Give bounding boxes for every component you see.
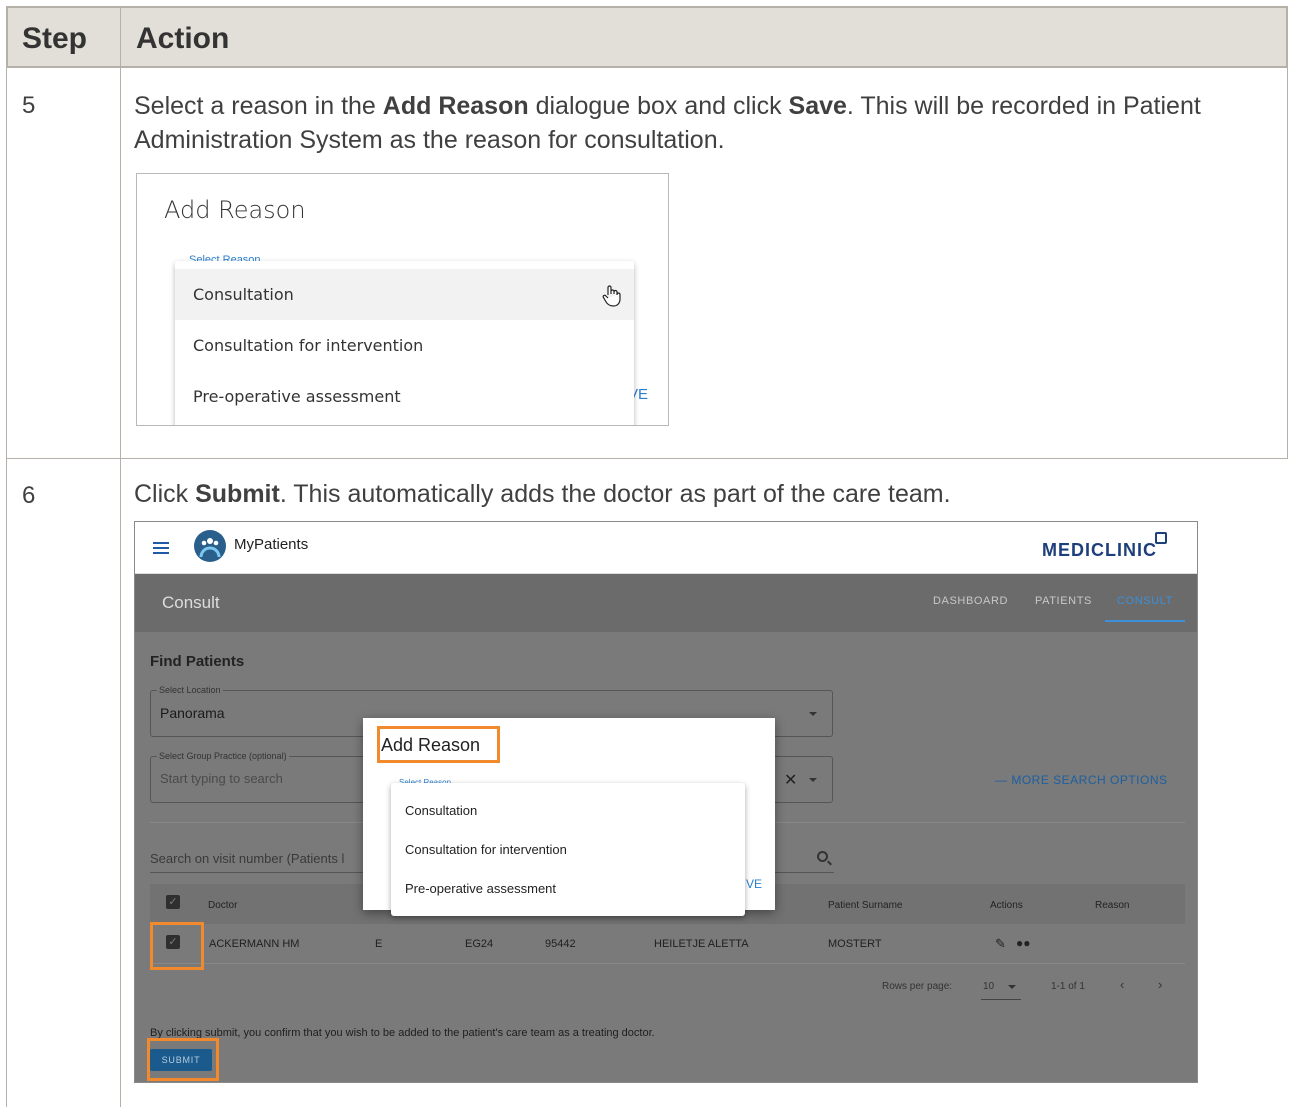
mypatients-logo-icon (194, 530, 226, 562)
reason-option[interactable]: Consultation (405, 803, 477, 818)
highlight-dialog-title (377, 726, 500, 763)
table-cell: E (375, 938, 383, 950)
patient-surname-cell: MOSTERT (828, 938, 882, 950)
column-header: Patient Surname (828, 900, 903, 911)
location-label: Select Location (157, 685, 223, 695)
rows-per-page-select[interactable]: 10 (983, 981, 994, 992)
step-number: 5 (22, 92, 36, 119)
submit-confirmation-text: By clicking submit, you confirm that you… (150, 1027, 655, 1039)
search-icon[interactable] (817, 851, 828, 862)
reason-dropdown-menu: Consultation Consultation for interventi… (391, 783, 745, 916)
column-header: Reason (1095, 900, 1130, 911)
reason-option[interactable]: Consultation (175, 269, 634, 320)
care-team-icon[interactable]: ●● (1016, 936, 1031, 950)
chevron-down-icon[interactable] (809, 712, 817, 716)
patient-name-cell: HEILETJE ALETTA (654, 938, 749, 950)
table-row-divider (6, 458, 1288, 459)
header-action: Action (136, 22, 230, 55)
add-reason-dialog: Add Reason Select Reason VE Consultation… (136, 173, 669, 426)
doctor-cell: ACKERMANN HM (209, 938, 300, 950)
brand-logo: MEDICLINIC (1042, 540, 1157, 560)
chevron-down-icon[interactable] (809, 778, 817, 782)
next-page-icon[interactable]: › (1158, 977, 1162, 992)
hand-pointer-icon (602, 285, 621, 307)
table-column-divider (120, 6, 121, 1107)
table-right-border (1287, 68, 1288, 459)
step-instruction: Click Submit. This automatically adds th… (134, 480, 951, 508)
more-search-options-button[interactable]: — MORE SEARCH OPTIONS (995, 773, 1168, 787)
step-number: 6 (22, 482, 36, 509)
previous-page-icon[interactable]: ‹ (1120, 977, 1124, 992)
visit-search-input[interactable]: Search on visit number (Patients l (150, 851, 344, 866)
table-left-border (6, 6, 7, 1107)
step-instruction: Select a reason in the Add Reason dialog… (134, 92, 1201, 154)
select-all-checkbox[interactable]: ✓ (166, 895, 180, 909)
mypatients-screenshot: MyPatients MEDICLINIC Consult DASHBOARD … (134, 521, 1198, 1083)
brand-mark-icon (1155, 532, 1167, 544)
location-value: Panorama (160, 705, 225, 721)
menu-icon[interactable] (153, 542, 169, 554)
app-name: MyPatients (234, 536, 309, 553)
active-tab-indicator (1105, 620, 1185, 622)
tab-dashboard[interactable]: DASHBOARD (933, 595, 1008, 607)
chevron-down-icon[interactable] (1008, 985, 1016, 989)
clear-icon[interactable]: ✕ (784, 770, 797, 790)
table-header: Step Action (6, 6, 1288, 68)
rows-per-page-label: Rows per page: (882, 981, 953, 992)
page-range: 1-1 of 1 (1051, 981, 1085, 992)
column-header: Actions (990, 900, 1023, 911)
group-practice-placeholder: Start typing to search (160, 771, 283, 786)
reason-option[interactable]: Consultation for intervention (405, 842, 567, 857)
highlight-row-checkbox (150, 922, 204, 970)
column-header: Doctor (208, 900, 238, 911)
table-cell: EG24 (465, 938, 494, 950)
highlight-submit-button (147, 1038, 219, 1081)
reason-option[interactable]: Pre-operative assessment (175, 371, 634, 422)
page-title: Consult (162, 593, 220, 612)
app-bar: MyPatients MEDICLINIC (135, 522, 1197, 574)
save-button[interactable]: VE (746, 877, 762, 891)
reason-dropdown-menu: Consultation Consultation for interventi… (175, 261, 634, 425)
reason-option[interactable]: Pre-operative assessment (405, 881, 556, 896)
edit-icon[interactable]: ✎ (995, 936, 1006, 952)
dialog-title: Add Reason (164, 196, 306, 224)
reason-option[interactable]: Consultation for intervention (175, 320, 634, 371)
find-patients-heading: Find Patients (150, 653, 245, 670)
header-step: Step (22, 22, 88, 55)
group-practice-label: Select Group Practice (optional) (157, 751, 289, 761)
tab-consult[interactable]: CONSULT (1117, 595, 1173, 607)
tab-patients[interactable]: PATIENTS (1035, 595, 1092, 607)
visit-number-cell: 95442 (545, 938, 576, 950)
rows-select-underline (981, 999, 1021, 1000)
